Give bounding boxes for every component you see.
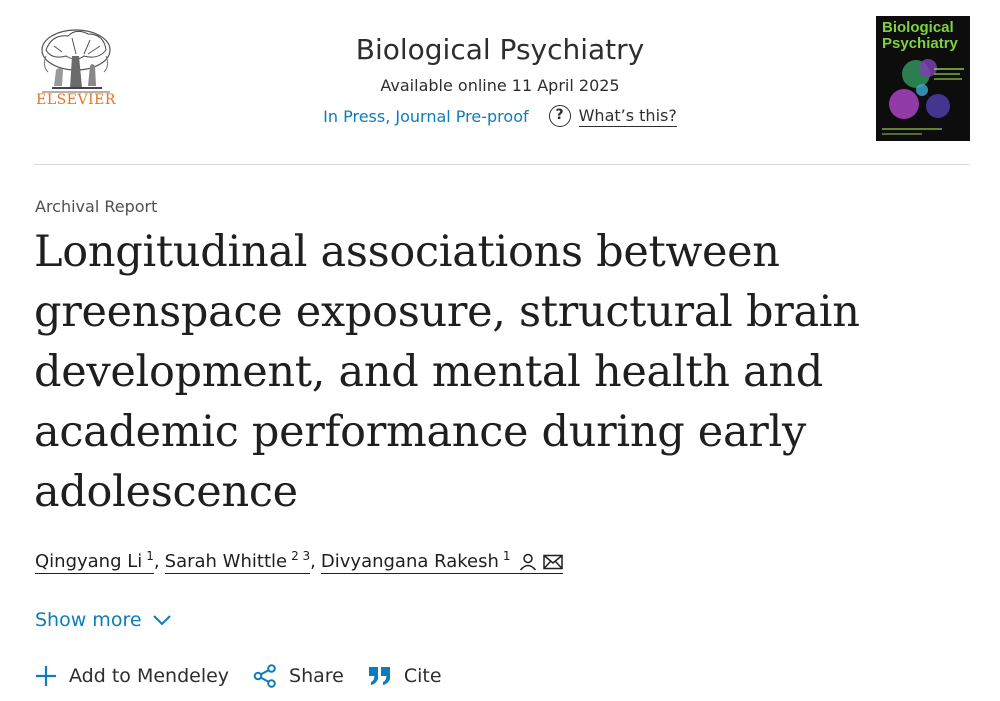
elsevier-wordmark: ELSEVIER bbox=[36, 92, 116, 108]
person-icon bbox=[519, 553, 536, 570]
journal-cover-image[interactable]: Biological Psychiatry bbox=[876, 16, 970, 141]
whats-this-button[interactable]: ? What’s this? bbox=[548, 105, 677, 127]
author-affiliation-sup: 1 bbox=[502, 548, 511, 563]
author-affiliation-sup: 2 3 bbox=[291, 548, 311, 563]
article-actions: Add to Mendeley Share Cite bbox=[35, 664, 466, 688]
share-button[interactable]: Share bbox=[253, 664, 344, 688]
question-circle-icon: ? bbox=[548, 105, 571, 127]
add-to-mendeley-label: Add to Mendeley bbox=[69, 665, 230, 687]
author-name: Sarah Whittle bbox=[164, 551, 288, 572]
author-name: Divyangana Rakesh bbox=[320, 551, 499, 572]
author-separator: , bbox=[310, 551, 316, 572]
article-page: ELSEVIER Biological Psychiatry Available… bbox=[0, 0, 1000, 701]
cite-label: Cite bbox=[403, 665, 442, 687]
envelope-icon bbox=[542, 554, 563, 569]
journal-header: Biological Psychiatry Available online 1… bbox=[250, 30, 750, 127]
available-online-date: Available online 11 April 2025 bbox=[380, 76, 620, 95]
article-title: Longitudinal associations between greens… bbox=[34, 227, 860, 517]
in-press-link[interactable]: In Press, Journal Pre-proof bbox=[323, 107, 528, 126]
author-link[interactable]: Sarah Whittle 2 3 bbox=[164, 548, 311, 574]
chevron-down-icon bbox=[152, 615, 171, 626]
publication-status-row: In Press, Journal Pre-proof ? What’s thi… bbox=[250, 105, 750, 127]
author-link[interactable]: Qingyang Li 1 bbox=[35, 548, 154, 574]
author-affiliation-sup: 1 bbox=[146, 548, 154, 563]
add-to-mendeley-button[interactable]: Add to Mendeley bbox=[35, 665, 229, 687]
author-icons bbox=[519, 553, 563, 571]
cover-title: Biological Psychiatry bbox=[882, 19, 958, 52]
author-name: Qingyang Li bbox=[35, 551, 143, 572]
cite-button[interactable]: Cite bbox=[368, 665, 442, 687]
share-icon bbox=[253, 664, 276, 688]
author-list: Qingyang Li 1 , Sarah Whittle 2 3 , Divyan… bbox=[35, 548, 563, 574]
show-more-label: Show more bbox=[35, 609, 142, 631]
article-type: Archival Report bbox=[35, 197, 158, 216]
share-label: Share bbox=[289, 665, 344, 687]
plus-icon bbox=[36, 666, 56, 686]
author-separator: , bbox=[153, 551, 160, 572]
journal-title[interactable]: Biological Psychiatry bbox=[250, 30, 750, 70]
quote-icon bbox=[368, 667, 390, 685]
author-link[interactable]: Divyangana Rakesh 1 bbox=[320, 548, 563, 574]
header-divider bbox=[34, 164, 970, 165]
whats-this-label: What’s this? bbox=[578, 105, 677, 127]
show-more-button[interactable]: Show more bbox=[35, 609, 172, 631]
